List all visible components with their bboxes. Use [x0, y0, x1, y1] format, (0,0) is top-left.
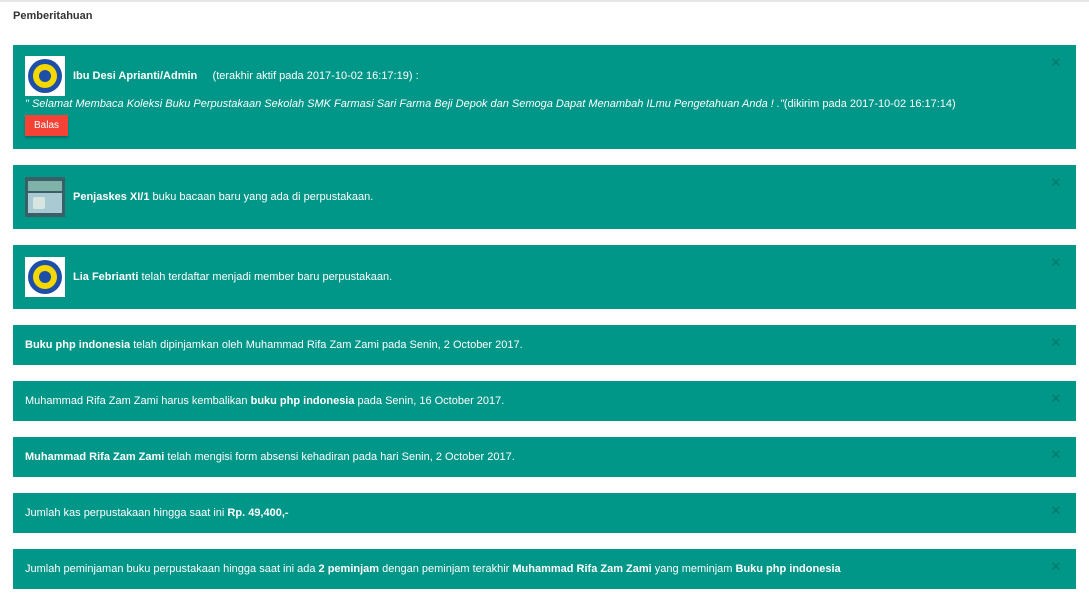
notification-text: Jumlah kas perpustakaan hingga saat ini …: [25, 507, 289, 519]
message-body: " Selamat Membaca Koleksi Buku Perpustak…: [25, 98, 784, 110]
close-icon[interactable]: ✕: [1050, 256, 1062, 269]
notification-new-member: ✕ Lia Febrianti telah terdaftar menjadi …: [13, 245, 1076, 309]
notification-admin-message: ✕ Ibu Desi Aprianti/Admin (terakhir akti…: [13, 45, 1076, 149]
book-title: buku php indonesia: [250, 395, 355, 407]
page-title: Pemberitahuan: [13, 10, 93, 22]
sender-name: Ibu Desi Aprianti/Admin: [73, 70, 198, 82]
notification-message: buku bacaan baru yang ada di perpustakaa…: [152, 191, 374, 203]
book-title: Penjaskes XI/1: [73, 191, 150, 203]
last-active-status: (terakhir aktif pada 2017-10-02 16:17:19…: [212, 70, 419, 82]
notification-new-book: ✕ Penjaskes XI/1 buku bacaan baru yang a…: [13, 165, 1076, 229]
member-name: Muhammad Rifa Zam Zami: [25, 451, 165, 463]
close-icon[interactable]: ✕: [1050, 392, 1062, 405]
book-cover-image: [25, 177, 65, 217]
notification-message: Muhammad Rifa Zam Zami harus kembalikan: [25, 395, 248, 407]
borrower-name: Muhammad Rifa Zam Zami: [512, 563, 652, 575]
due-date: pada Senin, 16 October 2017.: [357, 395, 505, 407]
book-title: Buku php indonesia: [735, 563, 841, 575]
notification-attendance: ✕ Muhammad Rifa Zam Zami telah mengisi f…: [13, 437, 1076, 477]
notification-message: telah terdaftar menjadi member baru perp…: [141, 271, 393, 283]
close-icon[interactable]: ✕: [1050, 504, 1062, 517]
notification-text: Buku php indonesia telah dipinjamkan ole…: [25, 339, 523, 351]
close-icon[interactable]: ✕: [1050, 56, 1062, 69]
notification-text: Jumlah peminjaman buku perpustakaan hing…: [25, 563, 841, 575]
sent-time: (dikirim pada 2017-10-02 16:17:14): [783, 98, 956, 110]
notification-text: Lia Febrianti telah terdaftar menjadi me…: [73, 271, 392, 283]
cash-amount: Rp. 49,400,-: [227, 507, 289, 519]
book-title: Buku php indonesia: [25, 339, 131, 351]
member-name: Lia Febrianti: [73, 271, 139, 283]
notification-text: Muhammad Rifa Zam Zami telah mengisi for…: [25, 451, 515, 463]
school-logo-icon: [25, 56, 65, 96]
notification-loan: ✕ Buku php indonesia telah dipinjamkan o…: [13, 325, 1076, 365]
notification-message: Jumlah kas perpustakaan hingga saat ini: [25, 507, 225, 519]
borrower-count: 2 peminjam: [318, 563, 380, 575]
notification-message: telah dipinjamkan oleh Muhammad Rifa Zam…: [133, 339, 523, 351]
school-logo-icon: [25, 257, 65, 297]
notification-text: Penjaskes XI/1 buku bacaan baru yang ada…: [73, 191, 373, 203]
close-icon[interactable]: ✕: [1050, 448, 1062, 461]
close-icon[interactable]: ✕: [1050, 176, 1062, 189]
notification-cash: ✕ Jumlah kas perpustakaan hingga saat in…: [13, 493, 1076, 533]
notification-message: telah mengisi form absensi kehadiran pad…: [167, 451, 515, 463]
notification-message: Jumlah peminjaman buku perpustakaan hing…: [25, 563, 316, 575]
notification-text: Muhammad Rifa Zam Zami harus kembalikan …: [25, 395, 504, 407]
top-divider: [0, 0, 1089, 2]
close-icon[interactable]: ✕: [1050, 336, 1062, 349]
notification-return-due: ✕ Muhammad Rifa Zam Zami harus kembalika…: [13, 381, 1076, 421]
reply-button[interactable]: Balas: [25, 115, 69, 136]
message-text: " Selamat Membaca Koleksi Buku Perpustak…: [25, 98, 956, 110]
notification-text: Ibu Desi Aprianti/Admin (terakhir aktif …: [73, 70, 419, 82]
notification-loan-summary: ✕ Jumlah peminjaman buku perpustakaan hi…: [13, 549, 1076, 589]
notification-message-mid2: yang meminjam: [654, 563, 733, 575]
close-icon[interactable]: ✕: [1050, 560, 1062, 573]
notification-message-mid: dengan peminjam terakhir: [382, 563, 510, 575]
